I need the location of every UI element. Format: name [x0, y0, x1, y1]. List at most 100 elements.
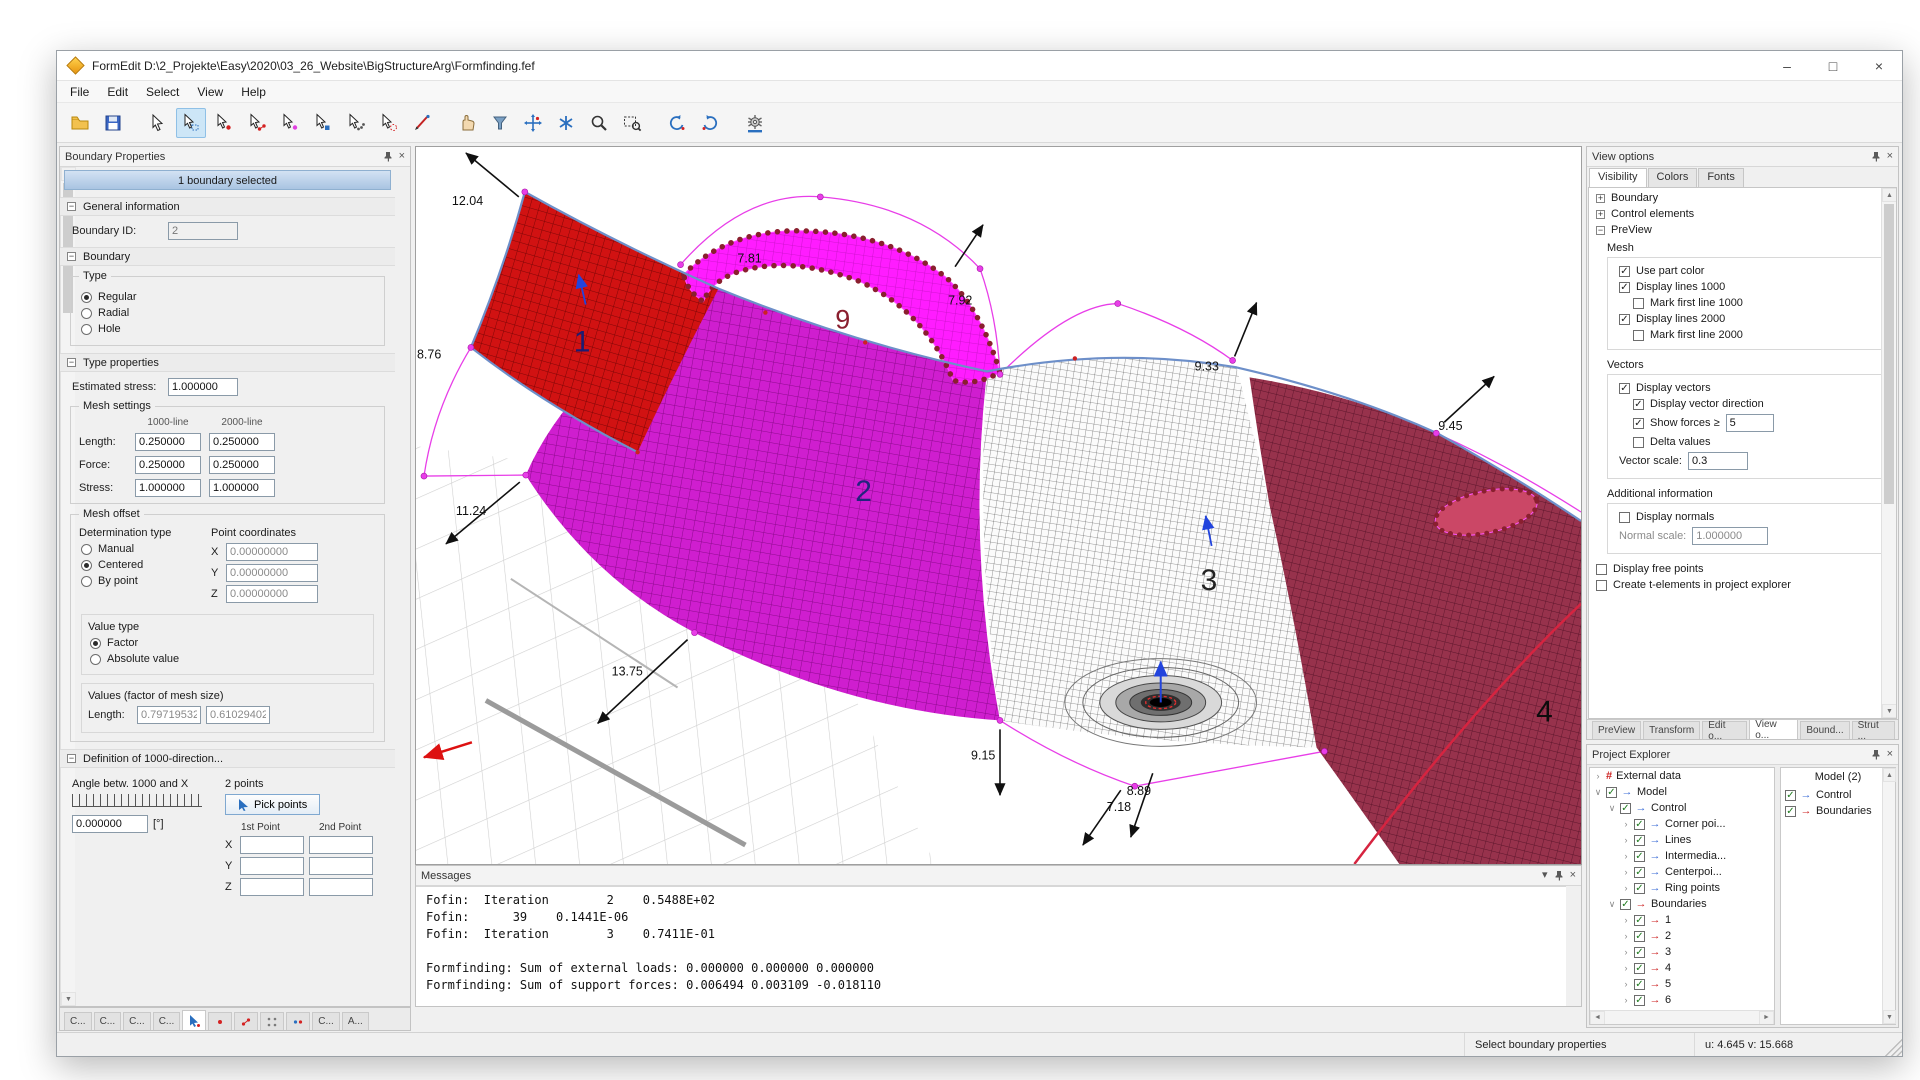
tree-item-ring-points[interactable]: › ✓ → Ring points — [1590, 880, 1774, 896]
pin-icon[interactable] — [383, 151, 393, 162]
show-forces-field[interactable] — [1726, 414, 1774, 432]
expand-icon[interactable]: + — [1596, 194, 1605, 203]
project-explorer-titlebar[interactable]: Project Explorer × — [1587, 745, 1898, 765]
expander-icon[interactable]: › — [1622, 867, 1630, 877]
close-icon[interactable]: × — [399, 151, 405, 162]
dock-tab-preview[interactable]: PreView — [1592, 721, 1641, 739]
boundary-id-field[interactable] — [168, 222, 238, 240]
checkbox[interactable]: ✓ — [1634, 883, 1645, 894]
scroll-down-icon[interactable]: ▼ — [1882, 704, 1897, 718]
close-icon[interactable]: × — [1887, 749, 1893, 760]
expander-icon[interactable]: › — [1622, 979, 1630, 989]
pin-icon[interactable] — [1554, 870, 1564, 881]
expander-icon[interactable]: › — [1622, 883, 1630, 893]
messages-titlebar[interactable]: Messages ▾ × — [416, 866, 1581, 886]
radio-manual[interactable]: Manual — [81, 543, 199, 555]
dock-tab-edit[interactable]: Edit o... — [1702, 721, 1747, 739]
dock-tab-2[interactable]: C... — [94, 1012, 122, 1030]
normal-scale-field[interactable] — [1692, 527, 1768, 545]
control-checkbox[interactable]: ✓ — [1620, 803, 1631, 814]
close-icon[interactable]: × — [1887, 151, 1893, 162]
section-definition[interactable]: − Definition of 1000-direction... — [60, 749, 395, 768]
scroll-up-icon[interactable]: ▲ — [1883, 768, 1896, 782]
model-checkbox[interactable]: ✓ — [1606, 787, 1617, 798]
radio-radial[interactable]: Radial — [81, 307, 374, 319]
check-create-t-elements[interactable]: Create t-elements in project explorer — [1596, 579, 1889, 591]
model-summary-scrollbar[interactable]: ▲ ▼ — [1882, 768, 1895, 1024]
tab-colors[interactable]: Colors — [1648, 168, 1698, 187]
select-surface-tool-button[interactable] — [308, 108, 338, 138]
dock-tab-boundary[interactable]: Bound... — [1800, 721, 1849, 739]
pin-icon[interactable] — [1871, 749, 1881, 760]
checkbox[interactable]: ✓ — [1634, 947, 1645, 958]
menu-select[interactable]: Select — [137, 83, 188, 101]
check-mark-first-line-1000[interactable]: Mark first line 1000 — [1633, 297, 1874, 309]
scroll-right-icon[interactable]: ► — [1759, 1011, 1774, 1025]
menu-help[interactable]: Help — [232, 83, 275, 101]
tree-item-intermediate[interactable]: › ✓ → Intermedia... — [1590, 848, 1774, 864]
checkbox[interactable]: ✓ — [1634, 963, 1645, 974]
expander-icon[interactable]: ∨ — [1608, 803, 1616, 814]
move-point-tool-button[interactable] — [518, 108, 548, 138]
scroll-thumb[interactable] — [1884, 204, 1894, 504]
project-tree-hscrollbar[interactable]: ◄ ► — [1590, 1010, 1774, 1024]
tab-visibility[interactable]: Visibility — [1589, 168, 1647, 187]
menu-view[interactable]: View — [188, 83, 232, 101]
expander-icon[interactable]: › — [1622, 819, 1630, 829]
messages-log[interactable]: Fofin: Iteration 2 0.5488E+02 Fofin: 39 … — [416, 886, 1566, 1006]
tree-item-boundaries[interactable]: ∨ ✓ → Boundaries — [1590, 896, 1774, 912]
point-x-field[interactable] — [226, 543, 318, 561]
point1-z-field[interactable] — [240, 878, 304, 896]
expand-icon[interactable]: + — [1596, 210, 1605, 219]
checkbox[interactable]: ✓ — [1785, 790, 1796, 801]
checkbox[interactable]: ✓ — [1634, 851, 1645, 862]
section-general-information[interactable]: − General information — [60, 197, 395, 216]
dock-tab-mesh-icon[interactable] — [260, 1012, 284, 1030]
scroll-left-icon[interactable]: ◄ — [1590, 1011, 1605, 1025]
tree-item-centerpoints[interactable]: › ✓ → Centerpoi... — [1590, 864, 1774, 880]
expander-icon[interactable]: › — [1622, 995, 1630, 1005]
tree-item-boundary-5[interactable]: › ✓ → 5 — [1590, 976, 1774, 992]
tree-item-boundary-4[interactable]: › ✓ → 4 — [1590, 960, 1774, 976]
checkbox[interactable]: ✓ — [1634, 867, 1645, 878]
check-display-lines-2000[interactable]: ✓Display lines 2000 — [1619, 313, 1874, 325]
summary-item-control[interactable]: ✓ → Control — [1781, 787, 1895, 803]
collapse-icon[interactable]: − — [67, 252, 76, 261]
tree-item-external-data[interactable]: › # External data — [1590, 768, 1774, 784]
summary-item-boundaries[interactable]: ✓ → Boundaries — [1781, 803, 1895, 819]
pan-tool-button[interactable] — [452, 108, 482, 138]
radio-hole[interactable]: Hole — [81, 323, 374, 335]
dock-tab-view-options[interactable]: View o... — [1749, 719, 1798, 739]
expander-icon[interactable]: ∨ — [1608, 899, 1616, 910]
tree-item-boundary-1[interactable]: › ✓ → 1 — [1590, 912, 1774, 928]
maximize-button[interactable]: □ — [1810, 51, 1856, 80]
dock-tab-select-icon[interactable] — [182, 1010, 206, 1030]
radio-absolute-value[interactable]: Absolute value — [90, 653, 365, 665]
check-delta-values[interactable]: Delta values — [1633, 436, 1874, 448]
expander-icon[interactable]: › — [1622, 851, 1630, 861]
close-icon[interactable]: × — [1570, 870, 1576, 881]
length-1000-field[interactable] — [135, 433, 201, 451]
point-y-field[interactable] — [226, 564, 318, 582]
dock-tab-3[interactable]: C... — [123, 1012, 151, 1030]
dock-tab-6[interactable]: A... — [342, 1012, 369, 1030]
check-display-lines-1000[interactable]: ✓Display lines 1000 — [1619, 281, 1874, 293]
check-mark-first-line-2000[interactable]: Mark first line 2000 — [1633, 329, 1874, 341]
point2-y-field[interactable] — [309, 857, 373, 875]
tree-item-control-elements[interactable]: + Control elements — [1596, 208, 1889, 220]
section-type-properties[interactable]: − Type properties — [60, 353, 395, 372]
check-show-forces[interactable]: ✓ Show forces ≥ — [1633, 414, 1874, 432]
dock-tab-strut[interactable]: Strut ... — [1852, 721, 1895, 739]
point-z-field[interactable] — [226, 585, 318, 603]
rotate-left-button[interactable] — [662, 108, 692, 138]
rotate-right-button[interactable] — [695, 108, 725, 138]
dock-tab-4[interactable]: C... — [153, 1012, 181, 1030]
expander-icon[interactable]: › — [1622, 835, 1630, 845]
tree-item-model[interactable]: ∨ ✓ → Model — [1590, 784, 1774, 800]
angle-field[interactable] — [72, 815, 148, 833]
dock-tab-transform[interactable]: Transform — [1643, 721, 1700, 739]
select-rect-tool-button[interactable] — [176, 108, 206, 138]
select-line-tool-button[interactable] — [242, 108, 272, 138]
force-1000-field[interactable] — [135, 456, 201, 474]
tree-item-preview[interactable]: − PreView — [1596, 224, 1889, 236]
